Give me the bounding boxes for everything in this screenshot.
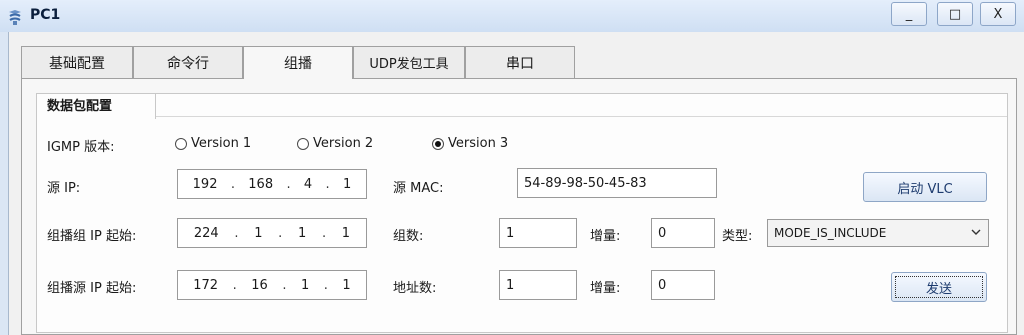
address-count-label: 地址数: [393, 281, 437, 296]
ip-octet: 1 [342, 176, 352, 192]
source-increment-label: 增量: [590, 281, 621, 296]
version-1-label: Version 1 [191, 136, 252, 151]
send-button[interactable]: 发送 [891, 272, 987, 302]
type-select[interactable]: MODE_IS_INCLUDE [767, 219, 989, 247]
ip-octet: 4 [303, 176, 313, 192]
source-mac-input[interactable]: 54-89-98-50-45-83 [517, 168, 717, 198]
tab-basic-config[interactable]: 基础配置 [21, 46, 133, 78]
ip-octet: 224 [193, 225, 219, 241]
group-ip-start-input[interactable]: 224. 1. 1. 1 [177, 218, 367, 248]
close-button[interactable]: X [980, 2, 1016, 26]
ip-octet: 1 [254, 225, 263, 241]
multicast-panel: 数据包配置 IGMP 版本: Version 1 Version 2 Versi… [21, 78, 1017, 335]
radio-circle-icon [175, 137, 187, 150]
source-mac-label: 源 MAC: [393, 181, 444, 196]
igmp-version-label: IGMP 版本: [47, 140, 115, 155]
window-client: 基础配置 命令行 组播 UDP发包工具 串口 数据包配置 IGMP 版本: Ve… [8, 32, 1024, 335]
type-select-value: MODE_IS_INCLUDE [774, 226, 887, 240]
tab-multicast[interactable]: 组播 [243, 46, 353, 79]
group-count-label: 组数: [393, 229, 424, 244]
packet-config-group: 数据包配置 IGMP 版本: Version 1 Version 2 Versi… [36, 93, 1008, 333]
title-bar: PC1 _ □ X [0, 0, 1024, 32]
ip-octet: 192 [192, 176, 218, 192]
version-2-radio[interactable]: Version 2 [297, 136, 373, 151]
ip-octet: 1 [342, 277, 351, 293]
radio-circle-icon [297, 137, 309, 150]
ip-octet: 1 [300, 277, 310, 293]
tab-serial[interactable]: 串口 [465, 46, 575, 78]
multicast-source-ip-label: 组播源 IP 起始: [47, 281, 137, 296]
group-divider [156, 116, 1007, 117]
radio-checked-icon [432, 137, 444, 150]
version-2-label: Version 2 [313, 136, 374, 151]
maximize-button[interactable]: □ [937, 2, 973, 26]
address-count-input[interactable]: 1 [499, 270, 577, 300]
minimize-button[interactable]: _ [891, 2, 927, 26]
ip-octet: 172 [193, 277, 219, 293]
version-1-radio[interactable]: Version 1 [175, 136, 251, 151]
type-label: 类型: [722, 229, 753, 244]
source-increment-input[interactable]: 0 [651, 270, 715, 300]
version-3-label: Version 3 [448, 136, 509, 151]
start-vlc-button[interactable]: 启动 VLC [863, 172, 987, 202]
group-increment-input[interactable]: 0 [651, 218, 715, 248]
window-title: PC1 [30, 7, 61, 23]
ip-octet: 1 [297, 225, 307, 241]
version-3-radio[interactable]: Version 3 [432, 136, 508, 151]
source-ip-label: 源 IP: [47, 181, 81, 196]
group-count-input[interactable]: 1 [499, 218, 577, 248]
pc-app-icon [9, 10, 21, 25]
tab-command-line[interactable]: 命令行 [133, 46, 243, 78]
source-ip-input[interactable]: 192. 168. 4. 1 [177, 169, 367, 199]
chevron-down-icon [971, 229, 981, 235]
packet-config-title: 数据包配置 [36, 93, 156, 119]
multicast-source-ip-input[interactable]: 172. 16. 1. 1 [177, 270, 367, 300]
ip-octet: 1 [341, 225, 351, 241]
group-ip-start-label: 组播组 IP 起始: [47, 229, 137, 244]
group-increment-label: 增量: [590, 229, 621, 244]
ip-octet: 16 [251, 277, 268, 293]
tab-udp-tool[interactable]: UDP发包工具 [353, 46, 465, 78]
ip-octet: 168 [248, 176, 274, 192]
